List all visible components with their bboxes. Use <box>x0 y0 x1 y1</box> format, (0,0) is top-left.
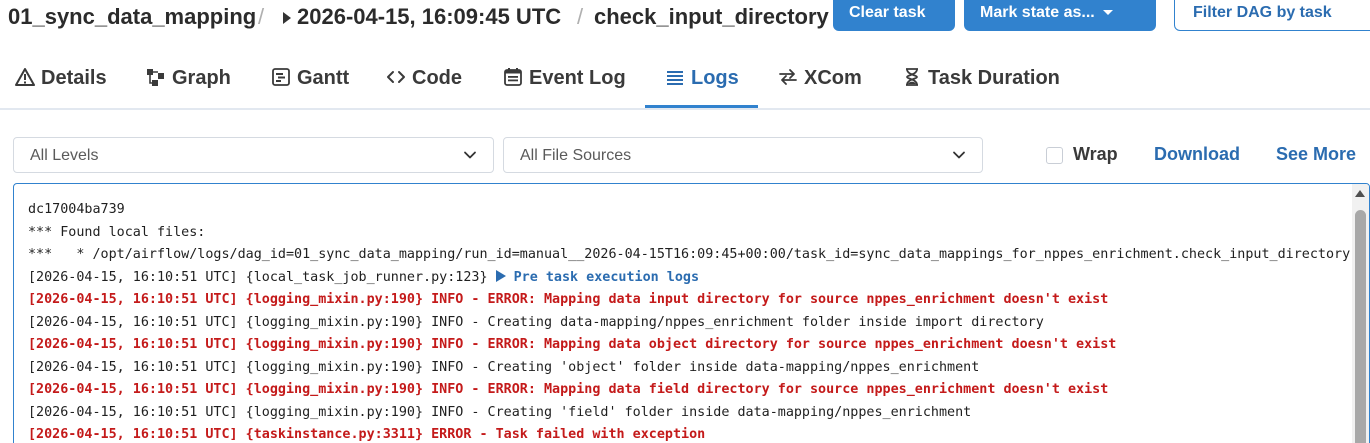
log-line: [2026-04-15, 16:10:51 UTC] {logging_mixi… <box>28 402 1350 425</box>
breadcrumb-ghost-task: Task <box>610 0 635 3</box>
breadcrumb-bar: DAG Run Task 01_sync_data_mapping / 2026… <box>0 0 1370 40</box>
filter-dag-button[interactable]: Filter DAG by task <box>1174 0 1370 31</box>
log-line-error: [2026-04-15, 16:10:51 UTC] {logging_mixi… <box>28 379 1350 402</box>
tab-label: Event Log <box>529 67 626 89</box>
logs-icon <box>667 71 683 85</box>
mark-state-label: Mark state as... <box>980 4 1095 21</box>
tab-event-log[interactable]: Event Log <box>503 58 626 108</box>
log-line: [2026-04-15, 16:10:51 UTC] {logging_mixi… <box>28 312 1350 335</box>
xcom-icon <box>779 69 797 85</box>
wrap-label[interactable]: Wrap <box>1073 144 1118 165</box>
wrap-checkbox[interactable] <box>1046 147 1063 164</box>
log-line: [2026-04-15, 16:10:51 UTC] {local_task_j… <box>28 267 1350 290</box>
log-line-text: [2026-04-15, 16:10:51 UTC] {logging_mixi… <box>28 337 1117 352</box>
tab-label: Gantt <box>297 67 350 89</box>
log-line-text: *** Found local files: <box>28 224 206 240</box>
mark-state-button[interactable]: Mark state as... <box>964 0 1156 31</box>
log-line-text: [2026-04-15, 16:10:51 UTC] {local_task_j… <box>28 269 496 285</box>
levels-select[interactable]: All Levels <box>13 137 494 173</box>
log-group-toggle[interactable]: Pre task execution logs <box>495 269 700 285</box>
task-tabs: Details Graph Gantt Code Event Log Logs … <box>0 58 1370 110</box>
chevron-down-icon <box>464 151 476 159</box>
chevron-down-icon <box>1102 10 1113 16</box>
log-line-error: [2026-04-15, 16:10:51 UTC] {logging_mixi… <box>28 289 1350 312</box>
see-more-link[interactable]: See More <box>1276 144 1356 165</box>
breadcrumb-dag[interactable]: 01_sync_data_mapping <box>8 4 256 30</box>
log-lines: dc17004ba739 *** Found local files: *** * … <box>28 199 1350 443</box>
scroll-up-arrow-icon[interactable] <box>1355 190 1365 197</box>
file-sources-select-value: All File Sources <box>520 147 632 164</box>
breadcrumb-ghost-dag: DAG <box>34 0 60 3</box>
filter-dag-label: Filter DAG by task <box>1193 4 1332 21</box>
log-line: [2026-04-15, 16:10:51 UTC] {logging_mixi… <box>28 357 1350 380</box>
log-line-error: [2026-04-15, 16:10:51 UTC] {logging_mixi… <box>28 334 1350 357</box>
breadcrumb-separator: / <box>577 4 584 29</box>
log-line: *** * /opt/airflow/logs/dag_id=01_sync_d… <box>28 244 1350 267</box>
log-line-text: dc17004ba739 <box>28 202 125 217</box>
tab-label: Graph <box>172 67 231 89</box>
tab-xcom[interactable]: XCom <box>778 58 862 108</box>
breadcrumb-task[interactable]: check_input_directory <box>594 4 829 30</box>
run-play-icon <box>283 12 291 24</box>
log-scrollbar[interactable] <box>1352 184 1369 443</box>
log-line-text: [2026-04-15, 16:10:51 UTC] {logging_mixi… <box>28 404 972 420</box>
hourglass-icon <box>906 68 918 86</box>
log-line-text: [2026-04-15, 16:10:51 UTC] {logging_mixi… <box>28 292 1109 307</box>
scroll-thumb[interactable] <box>1355 210 1366 443</box>
tab-code[interactable]: Code <box>386 58 462 108</box>
log-line-text: [2026-04-15, 16:10:51 UTC] {taskinstance… <box>28 427 706 442</box>
download-link[interactable]: Download <box>1154 144 1240 165</box>
log-line-text: *** * /opt/airflow/logs/dag_id=01_sync_d… <box>28 247 1350 262</box>
breadcrumb-separator: / <box>258 4 265 29</box>
log-line-text: [2026-04-15, 16:10:51 UTC] {logging_mixi… <box>28 359 980 375</box>
gantt-icon <box>272 68 290 86</box>
tab-label: Task Duration <box>928 67 1060 89</box>
graph-icon <box>147 69 164 86</box>
log-line-text: [2026-04-15, 16:10:51 UTC] {logging_mixi… <box>28 382 1109 397</box>
expand-triangle-icon <box>495 269 506 282</box>
tab-details[interactable]: Details <box>15 58 107 108</box>
chevron-down-icon <box>953 151 965 159</box>
tab-graph[interactable]: Graph <box>146 58 231 108</box>
log-line-error: [2026-04-15, 16:10:51 UTC] {taskinstance… <box>28 424 1350 443</box>
breadcrumb-ghost-run: Run <box>300 0 322 3</box>
event-log-icon <box>504 68 522 86</box>
warning-triangle-icon <box>15 68 35 86</box>
log-group-label: Pre task execution logs <box>513 269 700 285</box>
log-line: dc17004ba739 <box>28 199 1350 222</box>
tab-gantt[interactable]: Gantt <box>271 58 349 108</box>
log-line: *** Found local files: <box>28 222 1350 245</box>
tab-label: XCom <box>804 67 862 89</box>
tab-label: Details <box>41 67 107 89</box>
levels-select-value: All Levels <box>30 147 99 164</box>
clear-task-button[interactable]: Clear task <box>833 0 955 31</box>
tab-label: Logs <box>691 67 739 89</box>
tab-task-duration[interactable]: Task Duration <box>902 58 1060 108</box>
file-sources-select[interactable]: All File Sources <box>503 137 983 173</box>
log-viewer[interactable]: dc17004ba739 *** Found local files: *** * … <box>13 183 1370 443</box>
tab-logs[interactable]: Logs <box>645 58 758 108</box>
tab-label: Code <box>412 67 462 89</box>
code-icon <box>387 71 405 83</box>
log-line-text: [2026-04-15, 16:10:51 UTC] {logging_mixi… <box>28 314 1044 330</box>
breadcrumb-run[interactable]: 2026-04-15, 16:09:45 UTC <box>297 4 561 30</box>
clear-task-label: Clear task <box>849 4 926 21</box>
